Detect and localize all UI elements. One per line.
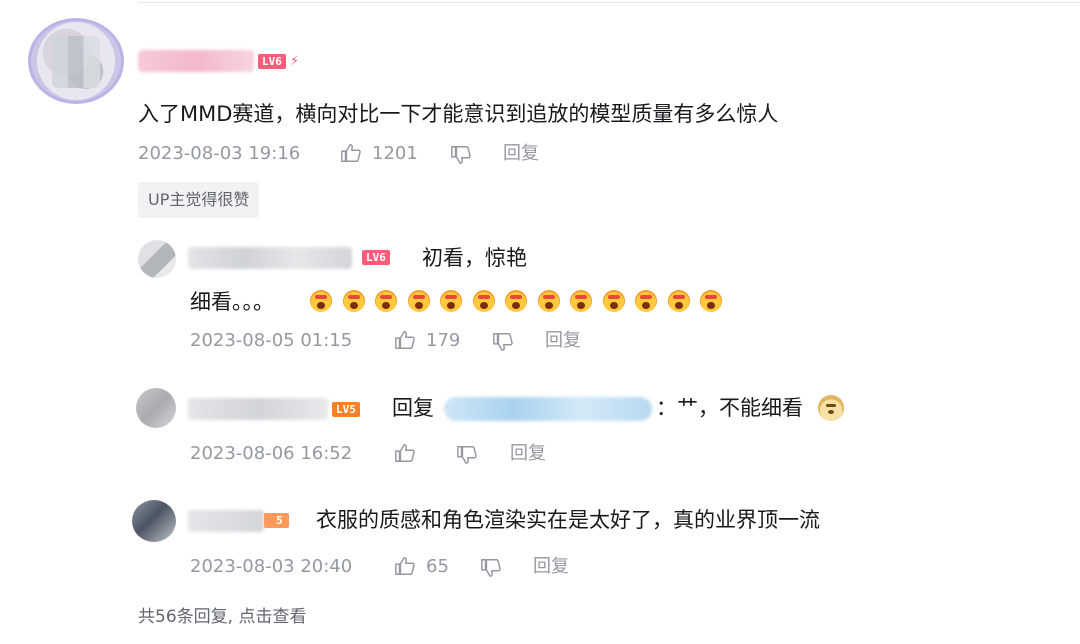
reply-button[interactable]: 回复 xyxy=(533,556,569,578)
username-blurred[interactable] xyxy=(138,50,254,72)
reply-text: 衣服的质感和角色渲染实在是太好了，真的业界顶一流 xyxy=(316,508,820,532)
reply-time: 2023-08-03 20:40 xyxy=(190,556,353,577)
thumb-down-icon[interactable] xyxy=(450,144,472,166)
reply-text-line2: 细看。。。 xyxy=(190,290,274,314)
reply-time: 2023-08-06 16:52 xyxy=(190,443,353,464)
thumb-up-icon[interactable] xyxy=(394,442,416,464)
emoji-row xyxy=(310,290,722,314)
lightning-icon: ⚡ xyxy=(290,54,300,69)
scared-face-emoji xyxy=(375,290,397,312)
avatar[interactable] xyxy=(132,500,176,542)
username-blurred[interactable] xyxy=(188,398,328,420)
reply-button[interactable]: 回复 xyxy=(510,443,546,465)
scared-face-emoji xyxy=(635,290,657,312)
scared-face-emoji xyxy=(505,290,527,312)
reply-button[interactable]: 回复 xyxy=(545,330,581,352)
scared-face-emoji xyxy=(440,290,462,312)
scared-face-emoji xyxy=(700,290,722,312)
reply-prefix: 回复 xyxy=(392,396,434,420)
scared-face-emoji xyxy=(407,290,430,312)
thumb-down-icon[interactable] xyxy=(456,444,478,466)
scared-face-emoji xyxy=(667,290,690,312)
thumb-up-icon[interactable] xyxy=(394,555,416,577)
scared-face-emoji xyxy=(310,290,332,312)
scared-face-emoji xyxy=(472,290,495,312)
doge-emoji xyxy=(818,395,844,421)
view-more-replies-link[interactable]: 共56条回复, 点击查看 xyxy=(138,602,306,627)
like-count: 179 xyxy=(426,330,461,351)
scared-face-emoji xyxy=(537,290,560,312)
reply-button[interactable]: 回复 xyxy=(503,143,539,165)
avatar[interactable] xyxy=(138,240,176,278)
level-badge: LV5 xyxy=(332,402,360,417)
reply-time: 2023-08-05 01:15 xyxy=(190,330,353,351)
thumb-down-icon[interactable] xyxy=(480,557,502,579)
top-divider xyxy=(138,2,1080,3)
avatar-main[interactable] xyxy=(28,18,124,104)
scared-face-emoji xyxy=(602,290,625,312)
thumb-down-icon[interactable] xyxy=(492,331,514,353)
reply-text: ：艹，不能细看 xyxy=(656,396,803,420)
level-badge: 5 xyxy=(264,513,289,528)
comment-text: 入了MMD赛道，横向对比一下才能意识到追放的模型质量有多么惊人 xyxy=(138,102,779,126)
up-liked-tag: UP主觉得很赞 xyxy=(138,182,260,218)
avatar[interactable] xyxy=(136,388,176,428)
username-blurred[interactable] xyxy=(188,247,352,269)
reply-text: 初看，惊艳 xyxy=(422,246,527,270)
username-blurred[interactable] xyxy=(188,510,264,532)
level-badge: LV6 xyxy=(362,250,390,265)
comment-time: 2023-08-03 19:16 xyxy=(138,143,301,164)
scared-face-emoji xyxy=(570,290,592,312)
like-count: 65 xyxy=(426,556,449,577)
scared-face-emoji xyxy=(342,290,365,312)
like-count: 1201 xyxy=(372,143,418,164)
thumb-up-icon[interactable] xyxy=(394,329,416,351)
level-badge: LV6 xyxy=(258,54,286,69)
thumb-up-icon[interactable] xyxy=(340,142,362,164)
mentioned-user-blurred[interactable] xyxy=(444,397,652,421)
